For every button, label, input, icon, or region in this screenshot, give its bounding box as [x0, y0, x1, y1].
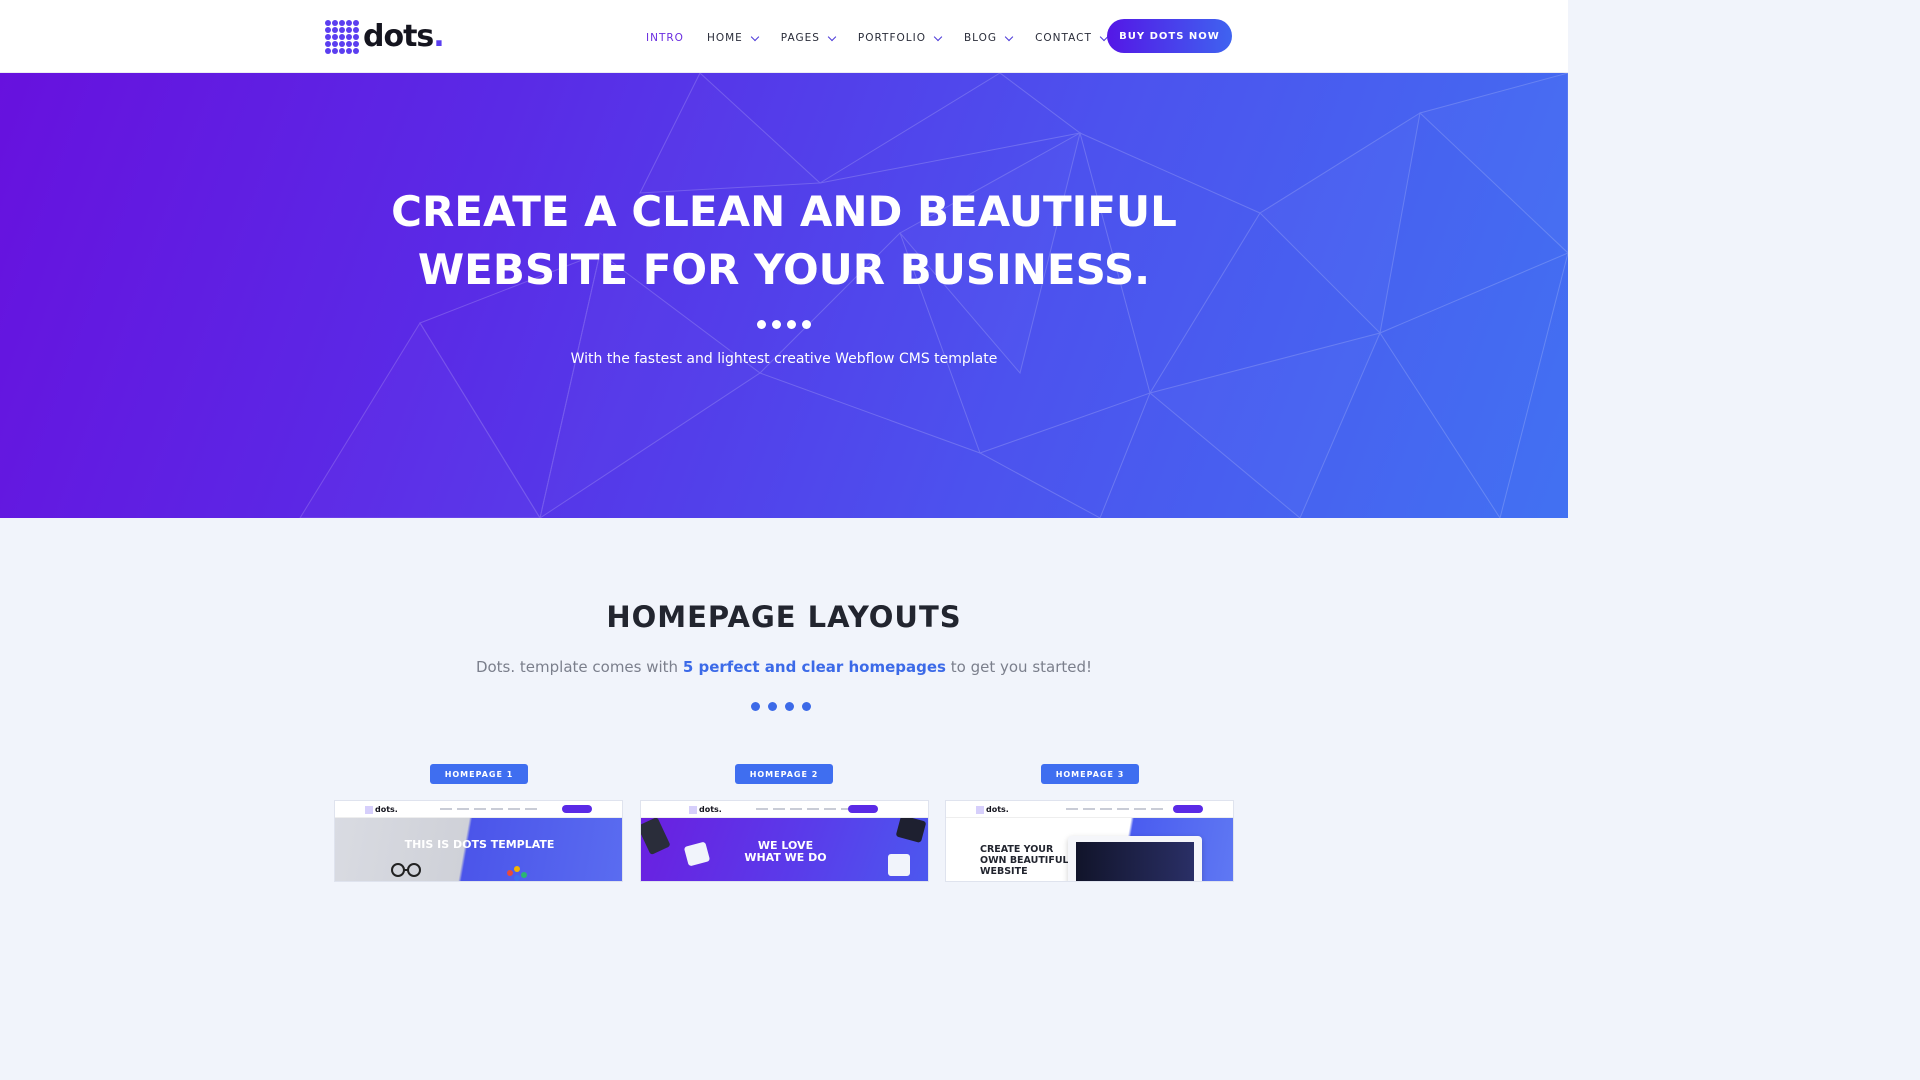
subtitle-text: to get you started! [946, 658, 1093, 676]
nav-item-intro[interactable]: INTRO [646, 32, 684, 44]
preview-logo: dots. [976, 805, 1009, 814]
hero-divider-dots [757, 320, 811, 329]
nav-item-pages[interactable]: PAGES [780, 32, 837, 44]
hero-heading-line2: WEBSITE FOR YOUR BUSINESS. [417, 245, 1151, 294]
tablet-screen [1076, 842, 1194, 881]
preview-brand: dots. [375, 805, 398, 814]
preview-brand: dots. [699, 805, 722, 814]
homepage-3-preview[interactable]: dots. CREATE YOUR OWN BEAUTIFUL WEBSITE [945, 800, 1234, 882]
subtitle-text: Dots. template comes with [475, 658, 683, 676]
section-subtitle: Dots. template comes with 5 perfect and … [0, 658, 1568, 676]
nav-item-label: BLOG [963, 32, 998, 44]
nav-item-blog[interactable]: BLOG [963, 32, 1014, 44]
chevron-down-icon [1004, 32, 1014, 41]
preview-cta [1173, 805, 1203, 813]
homepage-2-badge[interactable]: HOMEPAGE 2 [735, 764, 833, 784]
chevron-down-icon [750, 32, 760, 41]
logo-dot-grid-icon [976, 805, 984, 814]
hero-heading-line1: CREATE A CLEAN AND BEAUTIFUL [391, 187, 1177, 236]
nav-item-label: INTRO [646, 32, 684, 44]
hero-heading: CREATE A CLEAN AND BEAUTIFUL WEBSITE FOR… [0, 183, 1568, 299]
logo-dot-grid-icon [689, 805, 697, 814]
preview-heading-line3: WEBSITE [980, 866, 1028, 877]
homepage-2-preview[interactable]: dots. WE LOVE WHAT WE DO [640, 800, 929, 882]
preview-hero: THIS IS DOTS TEMPLATE [335, 818, 622, 881]
preview-navbar: dots. [946, 801, 1233, 818]
tablet-mockup [1068, 836, 1202, 881]
glasses-icon [391, 863, 421, 877]
section-title: HOMEPAGE LAYOUTS [606, 600, 962, 634]
preview-logo: dots. [365, 805, 398, 814]
preview-heading: WE LOVE WHAT WE DO [641, 840, 928, 864]
nav-item-home[interactable]: HOME [706, 32, 760, 44]
preview-navbar: dots. [641, 801, 928, 818]
preview-heading: THIS IS DOTS TEMPLATE [404, 838, 555, 851]
preview-heading-line1: CREATE YOUR [980, 844, 1054, 855]
buy-now-button[interactable]: BUY DOTS NOW [1107, 19, 1232, 53]
preview-menu [756, 808, 853, 810]
preview-menu [1066, 808, 1163, 810]
preview-heading-line2: OWN BEAUTIFUL [980, 855, 1069, 866]
homepage-3-badge[interactable]: HOMEPAGE 3 [1041, 764, 1139, 784]
chevron-down-icon [933, 32, 943, 41]
preview-brand: dots. [986, 805, 1009, 814]
colorful-dots-icon [507, 866, 527, 881]
nav-item-contact[interactable]: CONTACT [1035, 32, 1109, 44]
preview-cta [848, 805, 878, 813]
preview-menu [440, 808, 537, 810]
nav-item-portfolio[interactable]: PORTFOLIO [857, 32, 943, 44]
subtitle-highlight: 5 perfect and clear homepages [682, 658, 946, 676]
chevron-down-icon [827, 32, 837, 41]
nav-item-label: CONTACT [1035, 32, 1092, 44]
nav-item-label: HOME [706, 32, 743, 44]
hero-section: CREATE A CLEAN AND BEAUTIFUL WEBSITE FOR… [0, 73, 1568, 518]
preview-navbar: dots. [335, 801, 622, 818]
preview-hero: WE LOVE WHAT WE DO [641, 818, 928, 881]
preview-heading: CREATE YOUR OWN BEAUTIFUL WEBSITE [980, 844, 1069, 877]
brand-name: dots. [363, 19, 445, 54]
homepage-1-badge[interactable]: HOMEPAGE 1 [430, 764, 528, 784]
top-navbar: dots. INTRO HOME PAGES PORTFOLIO BLOG CO… [0, 0, 1568, 73]
section-divider-dots [751, 702, 811, 711]
preview-heading-line2: WHAT WE DO [744, 851, 827, 864]
preview-logo: dots. [689, 805, 722, 814]
nav-item-label: PORTFOLIO [857, 32, 926, 44]
hero-subtitle: With the fastest and lightest creative W… [570, 351, 998, 367]
preview-hero: CREATE YOUR OWN BEAUTIFUL WEBSITE [946, 818, 1233, 881]
main-menu: INTRO HOME PAGES PORTFOLIO BLOG CONTACT [646, 32, 1130, 44]
homepage-1-preview[interactable]: dots. THIS IS DOTS TEMPLATE [334, 800, 623, 882]
preview-cta [562, 805, 592, 813]
logo-dot-grid-icon [325, 20, 359, 54]
logo-dot-grid-icon [365, 805, 373, 814]
brand-logo[interactable]: dots. [325, 19, 445, 54]
nav-item-label: PAGES [780, 32, 820, 44]
